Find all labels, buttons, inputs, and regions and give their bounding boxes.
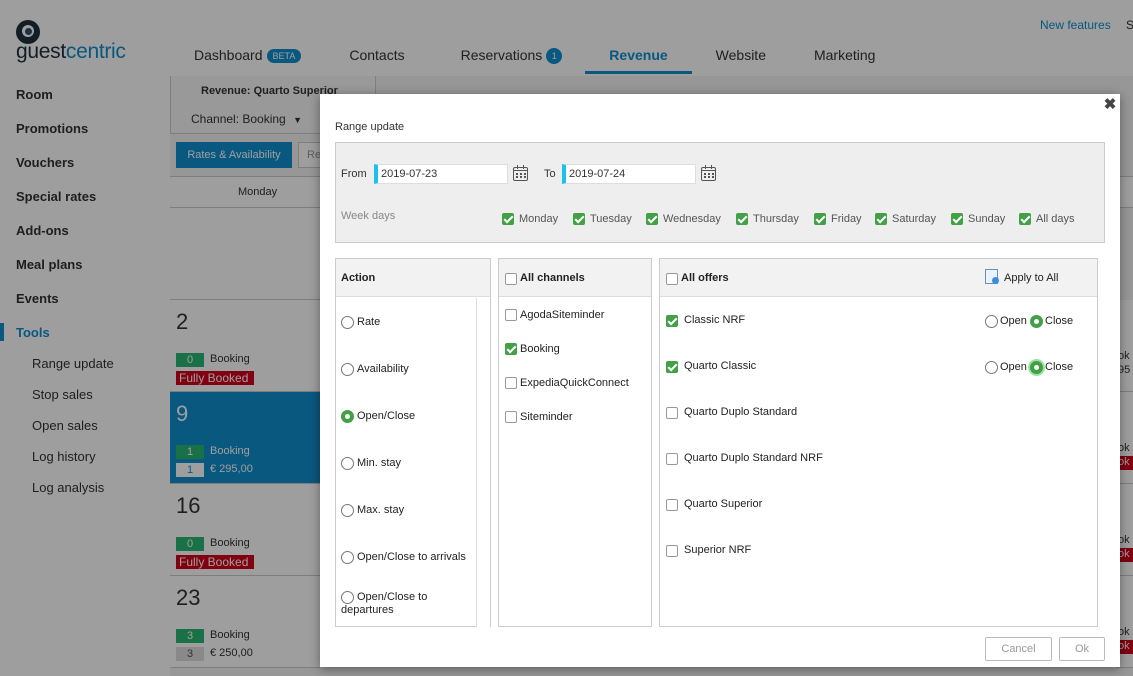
- checkbox[interactable]: [573, 213, 585, 225]
- open-label: Open: [1000, 315, 1027, 327]
- offer-label: Quarto Classic: [684, 360, 757, 372]
- radio-availability[interactable]: [341, 363, 354, 376]
- close-icon[interactable]: ✖: [1102, 97, 1118, 113]
- action-panel: Action Rate Availability Open/Close Min.…: [335, 258, 491, 627]
- offer-classic-nrf-checkbox[interactable]: [666, 315, 678, 327]
- quarto-classic-close-radio[interactable]: [1030, 361, 1043, 374]
- date-range-panel: From To Week days Monday Tuesday Wednesd…: [335, 142, 1105, 243]
- offer-quarto-duplo-standard-checkbox[interactable]: [666, 407, 678, 419]
- offer-quarto-superior-checkbox[interactable]: [666, 499, 678, 511]
- option-label: Min. stay: [357, 457, 402, 469]
- quarto-classic-open-radio[interactable]: [985, 361, 998, 374]
- dialog-title: Range update: [335, 121, 405, 133]
- offers-panel: All offers Apply to All Classic NRF Open…: [659, 258, 1098, 627]
- option-label: Open/Close to arrivals: [357, 551, 466, 563]
- channel-label: Booking: [520, 343, 560, 355]
- all-channels-checkbox[interactable]: [505, 273, 517, 285]
- to-date-input[interactable]: [562, 164, 696, 184]
- option-label: Rate: [357, 316, 381, 328]
- channels-panel-header: All channels: [499, 259, 651, 297]
- option-label: Open/Close to departures: [341, 591, 428, 616]
- classic-nrf-open-radio[interactable]: [985, 315, 998, 328]
- offer-quarto-classic-checkbox[interactable]: [666, 361, 678, 373]
- checkbox[interactable]: [814, 213, 826, 225]
- checkbox[interactable]: [1019, 213, 1031, 225]
- range-update-dialog: ✖ Range update From To Week days Monday …: [320, 94, 1120, 667]
- channel-label: ExpediaQuickConnect: [520, 377, 629, 389]
- radio-rate[interactable]: [341, 316, 354, 329]
- checkbox[interactable]: [502, 213, 514, 225]
- channels-panel: All channels AgodaSiteminder Booking Exp…: [498, 258, 652, 627]
- checkbox[interactable]: [951, 213, 963, 225]
- channel-expediaquickconnect-checkbox[interactable]: [505, 377, 517, 389]
- ok-button[interactable]: Ok: [1059, 637, 1105, 661]
- checkbox[interactable]: [875, 213, 887, 225]
- offer-quarto-duplo-standard-nrf-checkbox[interactable]: [666, 453, 678, 465]
- option-label: Max. stay: [357, 504, 405, 516]
- close-label: Close: [1045, 361, 1074, 373]
- offer-label: Quarto Duplo Standard NRF: [684, 452, 823, 464]
- channel-booking-checkbox[interactable]: [505, 343, 517, 355]
- radio-max-stay[interactable]: [341, 504, 354, 517]
- all-offers-checkbox[interactable]: [666, 273, 678, 285]
- offer-label: Quarto Superior: [684, 498, 763, 510]
- channel-agodasiteminder-checkbox[interactable]: [505, 309, 517, 321]
- channel-siteminder-checkbox[interactable]: [505, 411, 517, 423]
- action-scrollbar[interactable]: [476, 298, 490, 627]
- from-date-input[interactable]: [374, 164, 508, 184]
- channel-label: AgodaSiteminder: [520, 309, 605, 321]
- offer-superior-nrf-checkbox[interactable]: [666, 545, 678, 557]
- apply-document-icon: [985, 269, 999, 284]
- option-label: Open/Close: [357, 410, 416, 422]
- offers-panel-header: All offers Apply to All: [660, 259, 1097, 297]
- action-panel-header: Action: [336, 259, 490, 297]
- close-label: Close: [1045, 315, 1074, 327]
- checkbox[interactable]: [736, 213, 748, 225]
- radio-open-close-arrivals[interactable]: [341, 551, 354, 564]
- option-label: Availability: [357, 363, 409, 375]
- to-label: To: [544, 168, 556, 180]
- offer-label: Superior NRF: [684, 544, 752, 556]
- radio-open-close[interactable]: [341, 410, 354, 423]
- offer-label: Quarto Duplo Standard: [684, 406, 798, 418]
- classic-nrf-close-radio[interactable]: [1030, 315, 1043, 328]
- from-calendar-icon[interactable]: [513, 165, 528, 181]
- weekdays-label: Week days: [341, 210, 396, 222]
- from-label: From: [341, 168, 367, 180]
- cancel-button[interactable]: Cancel: [985, 637, 1052, 661]
- to-calendar-icon[interactable]: [701, 165, 716, 181]
- open-label: Open: [1000, 361, 1027, 373]
- offer-label: Classic NRF: [684, 314, 746, 326]
- radio-min-stay[interactable]: [341, 457, 354, 470]
- checkbox[interactable]: [646, 213, 658, 225]
- channel-label: Siteminder: [520, 411, 573, 423]
